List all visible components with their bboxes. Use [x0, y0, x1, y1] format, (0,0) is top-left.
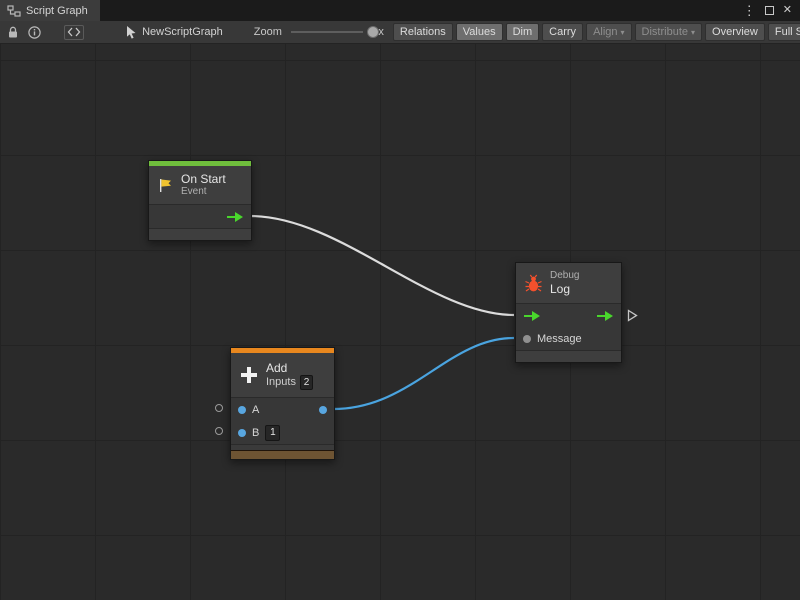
wire-value-add-to-message[interactable] [333, 338, 514, 409]
graph-name[interactable]: NewScriptGraph [142, 26, 223, 38]
inputs-label: Inputs [266, 376, 296, 388]
distribute-label: Distribute [642, 26, 688, 38]
script-graph-window: Script Graph ⋮ ✕ [0, 0, 800, 600]
lock-icon[interactable] [7, 26, 19, 39]
carry-button[interactable]: Carry [542, 23, 583, 41]
graph-toolbar: NewScriptGraph Zoom 1x Relations Values … [0, 21, 800, 44]
tab-bar: Script Graph ⋮ ✕ [0, 0, 800, 21]
tab-script-graph[interactable]: Script Graph [0, 0, 100, 21]
maximize-icon[interactable] [765, 6, 774, 15]
script-graph-icon [7, 4, 21, 18]
window-controls: ⋮ ✕ [743, 0, 800, 21]
zoom-slider-handle[interactable] [367, 26, 379, 38]
plus-icon [239, 365, 259, 385]
node-subtitle: Event [181, 186, 226, 198]
chevron-down-icon: ▾ [691, 28, 695, 37]
zoom-slider-track[interactable] [291, 31, 363, 33]
value-input-port-b[interactable] [238, 429, 246, 437]
unconnected-port-indicator-a[interactable] [215, 404, 223, 412]
fullscreen-button[interactable]: Full S [768, 23, 800, 41]
trigger-input-port[interactable] [523, 310, 541, 322]
node-on-start[interactable]: On Start Event [148, 160, 252, 241]
distribute-dropdown[interactable]: Distribute ▾ [635, 23, 702, 41]
zoom-label: Zoom [254, 26, 282, 38]
values-button[interactable]: Values [456, 23, 503, 41]
wire-flow-onstart-to-log[interactable] [250, 216, 514, 315]
node-footer [516, 350, 621, 362]
port-b-label: B [252, 427, 259, 439]
value-output-port[interactable] [319, 406, 327, 414]
code-icon[interactable] [64, 25, 84, 40]
node-category: Debug [550, 270, 579, 282]
flag-icon [157, 177, 174, 194]
trigger-output-port[interactable] [596, 310, 614, 322]
close-icon[interactable]: ✕ [783, 5, 792, 16]
overview-button[interactable]: Overview [705, 23, 765, 41]
relations-button[interactable]: Relations [393, 23, 453, 41]
node-header: Add Inputs 2 [231, 353, 334, 397]
node-title: On Start [181, 172, 226, 186]
toolbar-buttons: Relations Values Dim Carry Align ▾ Distr… [393, 23, 800, 41]
node-footer-accent [231, 450, 334, 459]
dim-button[interactable]: Dim [506, 23, 540, 41]
port-b-value-field[interactable]: 1 [265, 425, 280, 441]
node-header: Debug Log [516, 263, 621, 303]
bug-icon [524, 274, 543, 293]
port-a-label: A [252, 404, 259, 416]
node-debug-log[interactable]: Debug Log Me [515, 262, 622, 363]
inputs-count-field[interactable]: 2 [300, 375, 313, 390]
unconnected-port-indicator-b[interactable] [215, 427, 223, 435]
node-header: On Start Event [149, 166, 251, 204]
trigger-output-port[interactable] [226, 211, 244, 223]
flow-continuation-indicator[interactable] [627, 309, 638, 322]
chevron-down-icon: ▾ [621, 28, 625, 37]
value-input-port-a[interactable] [238, 406, 246, 414]
node-add[interactable]: Add Inputs 2 A B 1 [230, 347, 335, 460]
node-title: Add [266, 361, 313, 375]
graph-canvas[interactable]: On Start Event [0, 44, 800, 600]
info-icon[interactable] [28, 26, 41, 39]
kebab-menu-icon[interactable]: ⋮ [743, 4, 756, 17]
wires-layer [0, 44, 800, 600]
node-footer [149, 228, 251, 240]
align-label: Align [593, 26, 617, 38]
message-input-port[interactable] [523, 335, 531, 343]
tab-title: Script Graph [26, 5, 88, 17]
align-dropdown[interactable]: Align ▾ [586, 23, 631, 41]
pointer-icon [125, 25, 138, 39]
zoom-slider[interactable] [291, 25, 363, 39]
node-title: Log [550, 282, 579, 296]
message-port-label: Message [537, 333, 582, 345]
